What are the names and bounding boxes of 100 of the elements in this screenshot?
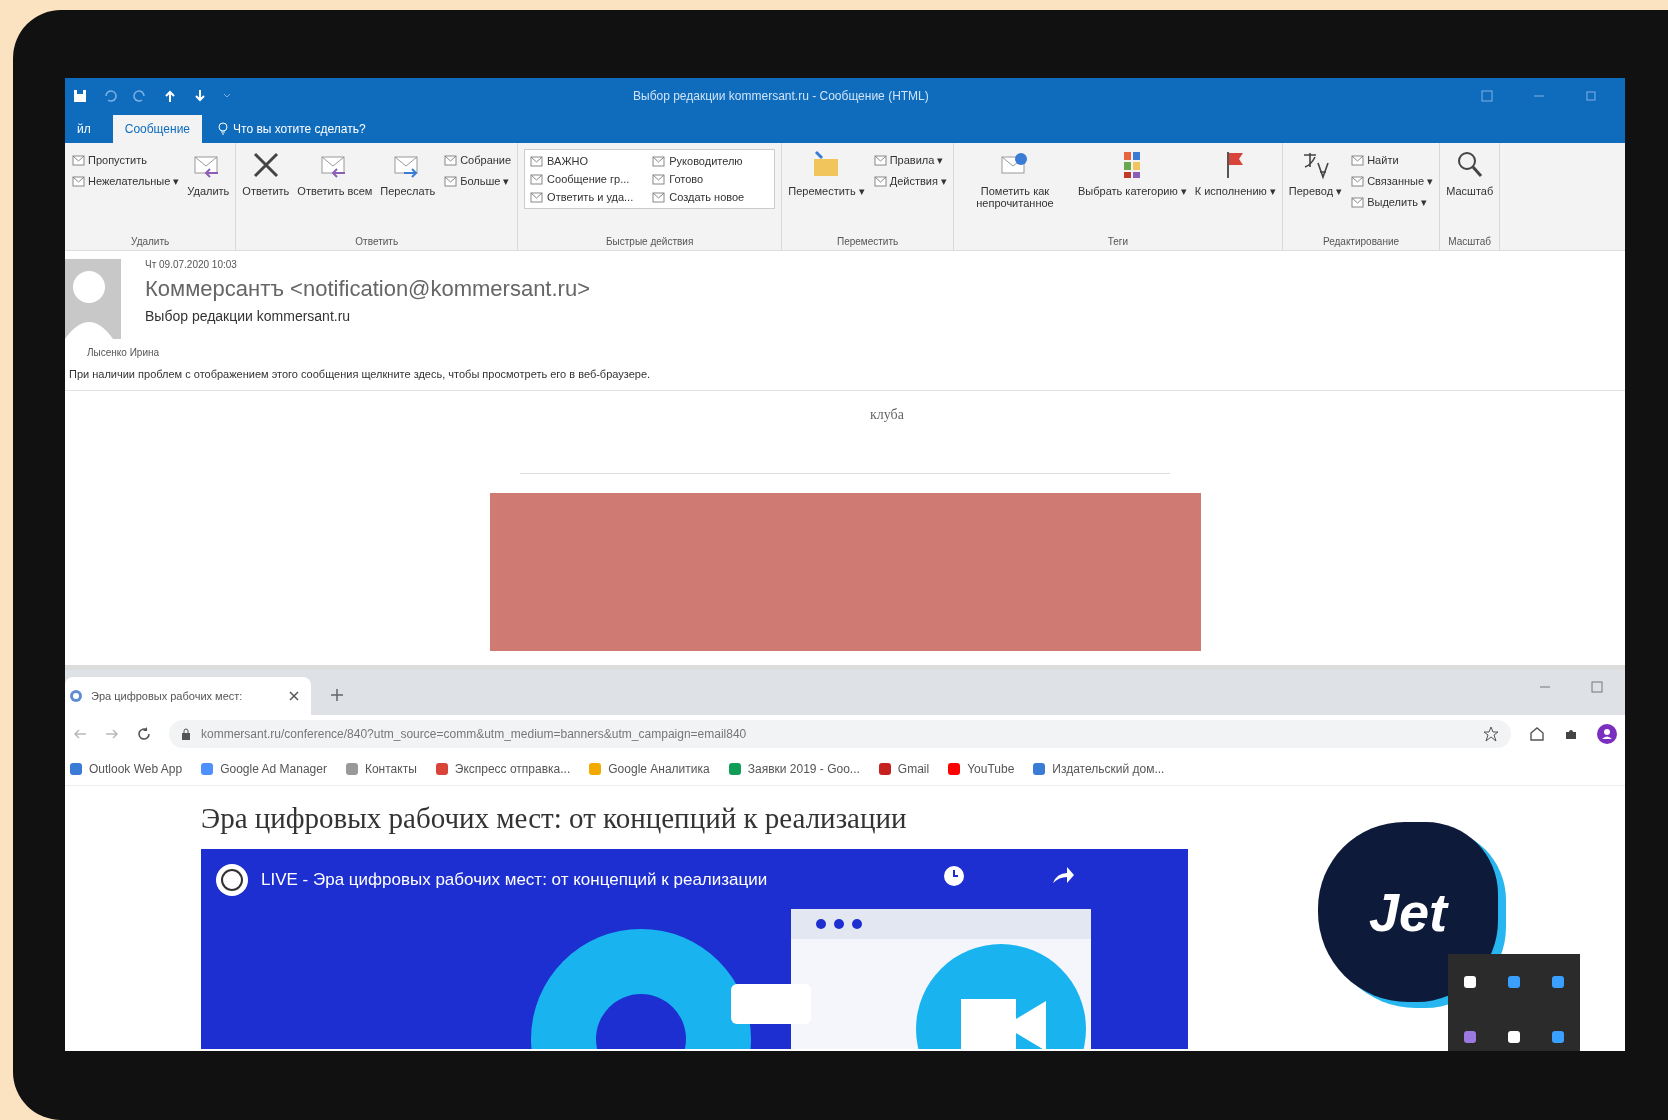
ribbon-button[interactable]: Собрание (443, 153, 512, 167)
bookmark[interactable]: Контакты (344, 762, 417, 776)
logo-text: Jet (1368, 881, 1447, 943)
group-label: Редактирование (1321, 235, 1401, 249)
button-label: Собрание (460, 154, 512, 166)
ribbon-tab[interactable]: йл (65, 115, 103, 143)
group-label: Переместить (835, 235, 900, 249)
tray-icon (1506, 1028, 1522, 1045)
button-label: Действия ▾ (889, 174, 947, 188)
undo-icon (103, 88, 117, 103)
ribbon-button[interactable]: Перевод ▾ (1288, 149, 1343, 198)
tab-title: Эра цифровых рабочих мест: (91, 690, 244, 702)
address-bar[interactable]: kommersant.ru/conference/840?utm_source=comm&utm_medium=banners&utm_campaign=email840 (169, 720, 1511, 748)
quick-step[interactable]: Руководителю (651, 154, 745, 168)
bookmark-label: Издательский дом... (1052, 762, 1165, 776)
bookmark-icon (1032, 762, 1047, 776)
tray-icon (1462, 973, 1478, 990)
quick-step[interactable]: Готово (651, 172, 745, 186)
quick-step-label: Сообщение гр... (547, 173, 630, 185)
ribbon-button[interactable]: Выделить ▾ (1350, 195, 1434, 209)
bookmark[interactable]: Outlook Web App (69, 762, 183, 776)
ribbon-button[interactable]: Переслать (380, 149, 436, 197)
save-icon (73, 88, 87, 103)
button-label: Выделить ▾ (1367, 195, 1427, 209)
bookmark-label: Outlook Web App (89, 762, 183, 776)
button-label: Нежелательные ▾ (88, 174, 180, 188)
button-label: Пропустить (88, 154, 147, 166)
window-title: Выбор редакции kommersant.ru - Сообщение (HTML) (633, 88, 930, 103)
ribbon-button[interactable]: Пропустить (71, 153, 180, 167)
bookmark[interactable]: Заявки 2019 - Goo... (727, 762, 860, 776)
button-label: Перевод ▾ (1288, 185, 1343, 198)
button-label: Связанные ▾ (1367, 174, 1434, 188)
dropdown-icon (223, 93, 231, 98)
ribbon-button[interactable]: Нежелательные ▾ (71, 174, 180, 188)
quick-step[interactable]: Ответить и уда... (529, 190, 634, 204)
avatar-icon (1597, 724, 1617, 744)
quick-step[interactable]: ВАЖНО (529, 154, 634, 168)
info-bar[interactable]: При наличии проблем с отображением этого сообщения щелкните здесь, чтобы просмотреть его в веб-браузере. (65, 358, 1625, 391)
tray-icon (1550, 1028, 1566, 1045)
quick-step[interactable]: Сообщение гр... (529, 172, 634, 186)
button-label: К исполнению ▾ (1194, 185, 1276, 198)
bookmark[interactable]: Издательский дом... (1032, 762, 1165, 776)
url-text: kommersant.ru/conference/840?utm_source=comm&utm_medium=banners&utm_campaign=email840 (201, 727, 748, 741)
recipient-name: Лысенко Ирина (86, 346, 161, 358)
tray-icon (1462, 1028, 1478, 1045)
button-label: Ответить (242, 185, 290, 197)
ribbon-button[interactable]: К исполнению ▾ (1194, 149, 1276, 198)
button-label: Правила ▾ (889, 153, 944, 167)
ribbon-tab[interactable]: Сообщение (112, 115, 203, 143)
quick-step[interactable]: Создать новое (651, 190, 745, 204)
button-label: Пометить как непрочитанное (975, 185, 1055, 209)
ribbon-button[interactable]: Выбрать категорию ▾ (1077, 149, 1187, 198)
ribbon-button[interactable]: Действия ▾ (872, 174, 947, 188)
tell-me-search[interactable]: Что вы хотите сделать? (212, 115, 372, 143)
envelope-icon (529, 172, 544, 186)
star-icon (1483, 726, 1499, 742)
envelope-icon (651, 190, 666, 204)
bookmark-label: Google Аналитика (608, 762, 710, 776)
tray-icon (1550, 973, 1566, 990)
video-title[interactable]: LIVE - Эра цифровых рабочих мест: от концепций к реализации (261, 870, 768, 890)
bookmark[interactable]: Google Аналитика (588, 762, 710, 776)
ribbon-button[interactable]: Найти (1350, 153, 1434, 167)
close-icon (289, 691, 299, 701)
bookmark-icon (434, 762, 449, 776)
message-date: Чт 09.07.2020 10:03 (145, 259, 238, 270)
sender-name: Коммерсантъ <notification@kommersant.ru> (145, 276, 590, 302)
quick-step-label: Создать новое (669, 191, 745, 203)
plus-icon (331, 689, 343, 701)
ribbon-button[interactable]: Переместить ▾ (788, 149, 865, 198)
ribbon-button[interactable]: Ответить (242, 149, 290, 197)
button-label: Найти (1367, 154, 1399, 166)
bookmark[interactable]: Gmail (877, 762, 930, 776)
restore-icon (1481, 89, 1493, 102)
envelope-icon (651, 172, 666, 186)
envelope-icon (529, 190, 544, 204)
ribbon-button[interactable]: Пометить как непрочитанное (959, 149, 1070, 209)
quick-step-label: Руководителю (669, 155, 743, 167)
ribbon-button[interactable]: Больше ▾ (443, 174, 512, 188)
ribbon-button[interactable]: Правила ▾ (872, 153, 947, 167)
up-arrow-icon (163, 88, 177, 103)
bookmark-label: Google Ad Manager (220, 762, 327, 776)
tray-icon (1506, 973, 1522, 990)
bookmark-icon (69, 762, 83, 776)
browser-tab[interactable]: Эра цифровых рабочих мест: (65, 677, 311, 715)
ribbon-button[interactable]: Удалить (187, 149, 230, 197)
bookmark-label: YouTube (967, 762, 1015, 776)
down-arrow-icon (193, 88, 207, 103)
lock-icon (181, 728, 191, 740)
bookmark-icon (877, 762, 892, 776)
envelope-icon (651, 154, 666, 168)
message-subject: Выбор редакции kommersant.ru (145, 308, 352, 324)
bookmark[interactable]: Google Ad Manager (200, 762, 327, 776)
bookmark[interactable]: YouTube (947, 762, 1015, 776)
ribbon-button[interactable]: Ответить всем (297, 149, 373, 197)
button-label: Удалить (187, 185, 230, 197)
envelope-icon (529, 154, 544, 168)
ribbon-button[interactable]: Связанные ▾ (1350, 174, 1434, 188)
button-label: Масштаб (1446, 185, 1494, 197)
ribbon-button[interactable]: Масштаб (1446, 149, 1494, 197)
clock-icon (943, 865, 965, 887)
